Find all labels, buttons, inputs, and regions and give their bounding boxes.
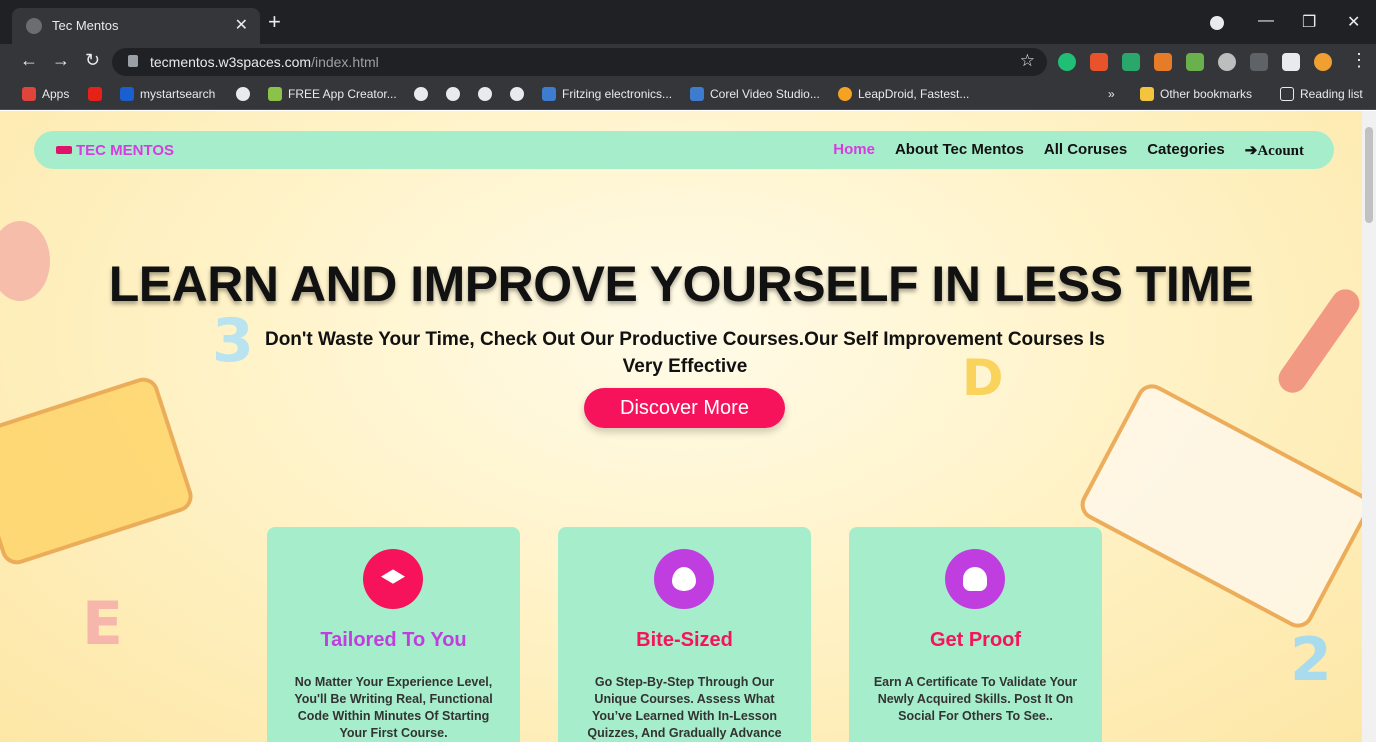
close-window-icon[interactable]: ✕ [1347, 12, 1360, 32]
globe-icon [414, 87, 428, 101]
nav-home[interactable]: Home [833, 141, 875, 160]
back-icon[interactable]: ← [20, 50, 38, 71]
bookmark-globe[interactable] [236, 87, 250, 101]
hero-title: LEARN AND IMPROVE YOURSELF IN LESS TIME [108, 256, 1254, 312]
browser-toolbar: ← → ↻ tecmentos.w3spaces.com/index.html … [0, 44, 1376, 80]
reload-icon[interactable]: ↻ [85, 50, 100, 71]
letter-e-decoration: E [82, 589, 123, 659]
restore-icon[interactable]: ❐ [1302, 12, 1316, 32]
nav-account[interactable]: ➔Acount [1245, 141, 1304, 160]
discover-more-button[interactable]: Discover More [584, 388, 785, 428]
globe-icon [510, 87, 524, 101]
feature-card-tailored: Tailored To You No Matter Your Experienc… [267, 527, 520, 742]
browser-tab[interactable]: Tec Mentos ✕ [12, 8, 260, 44]
code-extension-icon[interactable] [1250, 53, 1268, 71]
backpack-illustration [0, 373, 197, 569]
leapdroid-icon [838, 87, 852, 101]
forward-icon[interactable]: → [52, 50, 70, 71]
extension-icon[interactable] [1154, 53, 1172, 71]
bookmark-globe[interactable] [446, 87, 460, 101]
bookmark-globe[interactable] [510, 87, 524, 101]
number-three-decoration: 3 [212, 306, 254, 376]
feature-card-bite-sized: Bite-Sized Go Step-By-Step Through Our U… [558, 527, 811, 742]
flame-icon [672, 567, 696, 591]
graduation-cap-icon [56, 146, 72, 154]
new-tab-button[interactable]: + [268, 11, 281, 33]
nav-all-courses[interactable]: All Coruses [1044, 141, 1127, 160]
globe-icon [446, 87, 460, 101]
bookmark-star-icon[interactable]: ☆ [1020, 51, 1035, 71]
nav-about[interactable]: About Tec Mentos [895, 141, 1024, 160]
extension-icon[interactable] [1218, 53, 1236, 71]
bookmark-fritzing[interactable]: Fritzing electronics... [542, 87, 672, 101]
address-bar[interactable]: tecmentos.w3spaces.com/index.html ☆ [112, 48, 1047, 76]
graduation-cap-icon [381, 569, 405, 584]
browser-tab-bar: Tec Mentos ✕ + — ❐ ✕ [0, 0, 1376, 44]
bookmark-leapdroid[interactable]: LeapDroid, Fastest... [838, 87, 969, 101]
site-brand[interactable]: TEC MENTOS [56, 142, 174, 159]
open-book-illustration [1075, 378, 1362, 634]
tab-favicon-icon [26, 18, 42, 34]
card-title: Bite-Sized [636, 629, 733, 651]
menu-kebab-icon[interactable]: ⋮ [1350, 50, 1368, 71]
bookmark-globe[interactable] [414, 87, 428, 101]
card-icon-circle [945, 549, 1005, 609]
extensions-puzzle-icon[interactable] [1282, 53, 1300, 71]
minimize-icon[interactable]: — [1258, 12, 1274, 30]
site-navbar: TEC MENTOS Home About Tec Mentos All Cor… [34, 131, 1334, 169]
download-extension-icon[interactable] [1090, 53, 1108, 71]
web-page: 3 D 2 E TEC MENTOS Home About Tec Mentos… [0, 111, 1362, 742]
globe-icon [236, 87, 250, 101]
card-icon-circle [363, 549, 423, 609]
tab-search-icon[interactable] [1210, 16, 1224, 30]
sign-in-icon: ➔ [1244, 143, 1258, 159]
card-text: Earn A Certificate To Validate Your Newl… [873, 675, 1078, 723]
app-creator-icon [268, 87, 282, 101]
globe-icon [478, 87, 492, 101]
card-title: Tailored To You [320, 629, 467, 651]
grammarly-extension-icon[interactable] [1058, 53, 1076, 71]
number-two-decoration: 2 [1290, 625, 1332, 695]
bookmark-free-app-creator[interactable]: FREE App Creator... [268, 87, 397, 101]
bookmarks-bar: Apps mystartsearch FREE App Creator... F… [0, 80, 1376, 110]
folder-icon [1140, 87, 1154, 101]
bookmark-youtube[interactable] [88, 87, 108, 101]
nav-categories[interactable]: Categories [1147, 141, 1225, 160]
profile-avatar[interactable] [1314, 53, 1332, 71]
scrollbar-thumb[interactable] [1365, 127, 1373, 223]
card-text: Go Step-By-Step Through Our Unique Cours… [587, 675, 782, 740]
extension-icon[interactable] [1186, 53, 1204, 71]
hero-subtitle: Don't Waste Your Time, Check Out Our Pro… [264, 329, 1105, 377]
m-icon [120, 87, 134, 101]
tab-close-icon[interactable]: ✕ [235, 15, 248, 35]
youtube-icon [88, 87, 102, 101]
card-title: Get Proof [929, 629, 1022, 651]
feature-card-get-proof: Get Proof Earn A Certificate To Validate… [849, 527, 1102, 742]
card-text: No Matter Your Experience Level, You'll … [294, 675, 493, 740]
extension-icon[interactable] [1122, 53, 1140, 71]
tab-title: Tec Mentos [52, 18, 119, 33]
bookmark-apps[interactable]: Apps [22, 87, 69, 101]
reading-list[interactable]: Reading list [1280, 87, 1363, 101]
fritzing-icon [542, 87, 556, 101]
apps-grid-icon [22, 87, 36, 101]
bookmark-corel[interactable]: Corel Video Studio... [690, 87, 820, 101]
card-icon-circle [654, 549, 714, 609]
bookmark-mystartsearch[interactable]: mystartsearch [120, 87, 215, 101]
other-bookmarks[interactable]: Other bookmarks [1140, 87, 1252, 101]
page-scrollbar[interactable] [1362, 111, 1376, 742]
bookmark-globe[interactable] [478, 87, 492, 101]
more-bookmarks-icon[interactable]: » [1108, 87, 1115, 101]
award-icon [963, 567, 987, 591]
corel-icon [690, 87, 704, 101]
url-text: tecmentos.w3spaces.com/index.html [150, 54, 379, 70]
lock-icon [128, 55, 138, 67]
reading-list-icon [1280, 87, 1294, 101]
nav-links: Home About Tec Mentos All Coruses Catego… [833, 141, 1304, 160]
